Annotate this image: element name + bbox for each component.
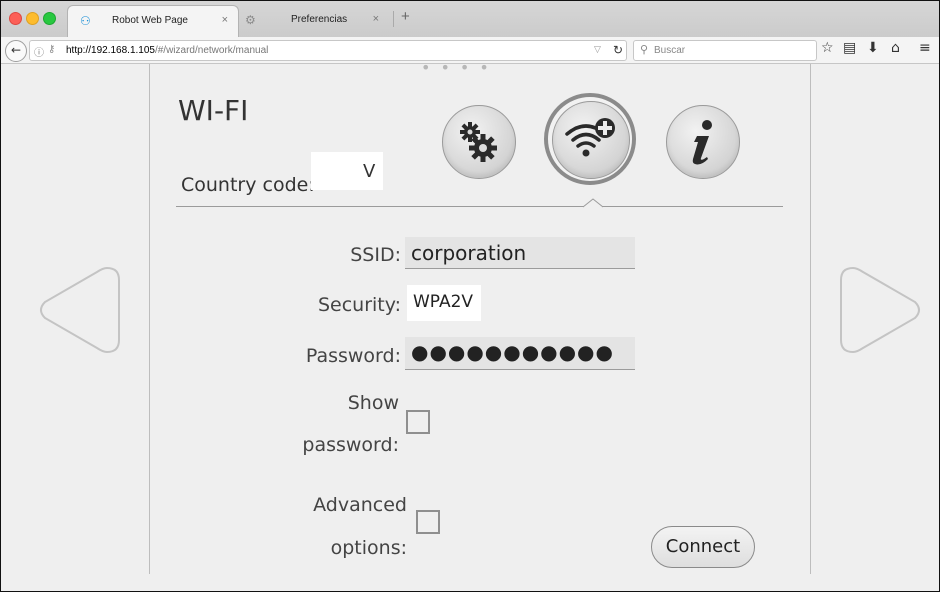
section-divider <box>176 206 783 207</box>
info-icon[interactable]: ⓘ <box>34 44 44 59</box>
close-tab-icon[interactable]: × <box>222 14 228 26</box>
show-password-checkbox[interactable] <box>406 410 430 434</box>
close-tab-icon[interactable]: × <box>373 13 379 25</box>
close-window-button[interactable] <box>9 12 22 25</box>
previous-arrow-icon[interactable] <box>37 264 121 356</box>
reading-list-icon[interactable]: ▤ <box>843 40 856 56</box>
ssid-label: SSID: <box>350 244 401 266</box>
robot-icon: ⚇ <box>80 14 91 28</box>
tab-separator <box>393 11 394 27</box>
settings-mode-button[interactable] <box>442 105 516 179</box>
search-placeholder: Buscar <box>654 45 686 56</box>
selection-pointer <box>583 198 603 208</box>
step-indicator: •••• <box>421 58 499 77</box>
key-icon: ⚷ <box>48 44 56 55</box>
home-icon[interactable]: ⌂ <box>891 40 900 56</box>
gears-icon <box>460 122 497 162</box>
gear-icon: ⚙ <box>245 13 256 27</box>
security-label: Security: <box>317 294 401 316</box>
country-code-label: Country code: <box>181 174 315 196</box>
new-tab-button[interactable]: + <box>401 8 410 25</box>
left-divider <box>149 64 150 574</box>
maximize-window-button[interactable] <box>43 12 56 25</box>
chevron-down-icon[interactable]: V <box>363 161 375 182</box>
back-button[interactable]: ← <box>5 40 27 62</box>
tab-strip: ⚇ Robot Web Page × ⚙ Preferencias × + <box>1 1 939 37</box>
reload-icon[interactable]: ↻ <box>613 43 623 57</box>
show-password-label-line2: password: <box>302 434 399 456</box>
password-label: Password: <box>305 345 401 367</box>
bookmark-star-icon[interactable]: ☆ <box>821 40 834 56</box>
tab-robot-web-page[interactable]: ⚇ Robot Web Page × <box>67 5 239 37</box>
password-field[interactable]: ●●●●●●●●●●● <box>405 337 635 370</box>
page-content: •••• WI-FI Country code: V SSID: corpora… <box>1 58 939 591</box>
info-icon <box>692 120 712 165</box>
security-value: WPA2V <box>413 292 474 312</box>
advanced-options-label-line1: Advanced <box>313 494 407 516</box>
info-mode-button[interactable] <box>666 105 740 179</box>
show-password-label-line1: Show <box>347 392 399 414</box>
ssid-value: corporation <box>411 241 527 265</box>
next-arrow-icon[interactable] <box>839 264 923 356</box>
tab-preferencias[interactable]: ⚙ Preferencias × <box>239 5 389 35</box>
url-bar[interactable]: ⓘ ⚷ http://192.168.1.105/#/wizard/networ… <box>29 40 627 61</box>
security-select[interactable]: WPA2V <box>407 285 481 321</box>
ssid-field[interactable]: corporation <box>405 237 635 269</box>
tab-title: Robot Web Page <box>112 15 188 26</box>
minimize-window-button[interactable] <box>26 12 39 25</box>
page-title: WI-FI <box>178 94 249 127</box>
advanced-options-label-line2: options: <box>330 537 407 559</box>
menu-icon[interactable]: ≡ <box>919 40 931 56</box>
url-text: http://192.168.1.105/#/wizard/network/ma… <box>66 45 269 56</box>
advanced-options-checkbox[interactable] <box>416 510 440 534</box>
tab-title: Preferencias <box>291 14 348 25</box>
dropdown-arrow-icon[interactable]: ▽ <box>594 44 601 55</box>
right-divider <box>810 64 811 574</box>
chevron-down-icon: V <box>461 292 474 312</box>
wifi-plus-icon <box>565 118 615 157</box>
wifi-add-mode-button[interactable] <box>552 101 630 179</box>
search-icon: ⚲ <box>640 44 649 56</box>
connect-button[interactable]: Connect <box>651 526 755 568</box>
password-value: ●●●●●●●●●●● <box>411 340 614 364</box>
browser-window: ⚇ Robot Web Page × ⚙ Preferencias × + ← … <box>0 0 940 592</box>
search-input[interactable]: ⚲ Buscar <box>633 40 817 61</box>
download-icon[interactable]: ⬇ <box>867 40 879 56</box>
